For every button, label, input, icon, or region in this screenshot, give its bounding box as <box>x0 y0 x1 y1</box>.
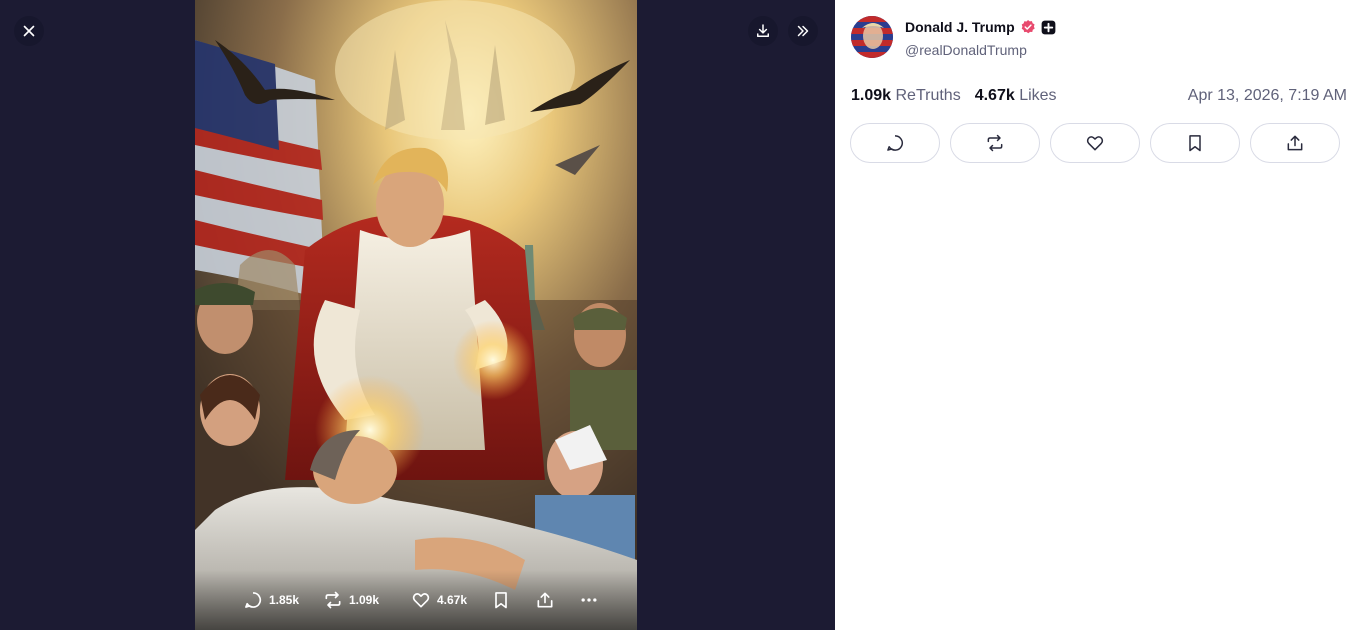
likes-stat[interactable]: 4.67k Likes <box>975 87 1057 105</box>
plus-badge-icon <box>1041 20 1056 34</box>
overlay-share-button[interactable] <box>535 590 579 610</box>
close-icon <box>23 25 35 37</box>
author-name-row: Donald J. Trump <box>905 19 1056 35</box>
likes-count: 4.67k <box>974 87 1015 104</box>
author-handle[interactable]: @realDonaldTrump <box>905 42 1027 58</box>
overlay-reply-button[interactable]: 1.85k <box>243 590 323 610</box>
bookmark-icon <box>1189 135 1201 152</box>
bookmark-button[interactable] <box>1150 123 1240 163</box>
download-icon <box>757 24 769 37</box>
collapse-panel-button[interactable] <box>788 16 818 46</box>
post-stats: 1.09k ReTruths 4.67k Likes <box>851 87 1057 105</box>
media-viewer: 1.85k 1.09k 4.67k <box>0 0 835 630</box>
overlay-retruth-count: 1.09k <box>349 593 380 607</box>
share-button[interactable] <box>1250 123 1340 163</box>
retruth-button[interactable] <box>950 123 1040 163</box>
overlay-actions: 1.85k 1.09k 4.67k <box>243 588 609 612</box>
overlay-more-button[interactable] <box>579 590 609 610</box>
heart-icon <box>1086 136 1104 151</box>
avatar-image <box>851 16 893 58</box>
retruths-count: 1.09k <box>851 87 892 104</box>
overlay-reply-count: 1.85k <box>269 593 300 607</box>
comment-icon <box>887 135 903 151</box>
heart-icon <box>412 593 430 608</box>
reply-button[interactable] <box>850 123 940 163</box>
retruths-stat[interactable]: 1.09k ReTruths <box>851 87 961 105</box>
post-detail-panel: Donald J. Trump @realDonaldTrump 1.09k R… <box>835 0 1362 630</box>
overlay-like-button[interactable]: 4.67k <box>411 590 491 610</box>
comment-icon <box>245 592 262 608</box>
share-icon <box>1287 135 1303 151</box>
like-button[interactable] <box>1050 123 1140 163</box>
bookmark-icon <box>495 592 507 609</box>
post-timestamp[interactable]: Apr 13, 2026, 7:19 AM <box>1188 87 1347 105</box>
more-icon <box>581 598 597 602</box>
retruth-icon <box>325 591 341 609</box>
retruth-icon <box>987 134 1003 152</box>
overlay-retruth-button[interactable]: 1.09k <box>323 590 411 610</box>
likes-label: Likes <box>1019 87 1057 104</box>
author-name[interactable]: Donald J. Trump <box>905 19 1015 35</box>
download-button[interactable] <box>748 16 778 46</box>
double-chevron-right-icon <box>797 25 809 37</box>
post-image[interactable] <box>195 0 637 630</box>
overlay-like-count: 4.67k <box>437 593 468 607</box>
share-icon <box>537 592 553 608</box>
verified-badge-icon <box>1021 20 1035 34</box>
overlay-bookmark-button[interactable] <box>491 590 535 610</box>
avatar[interactable] <box>851 16 893 58</box>
post-actions <box>850 123 1340 163</box>
retruths-label: ReTruths <box>895 87 961 104</box>
painting-image <box>195 0 637 630</box>
close-button[interactable] <box>14 16 44 46</box>
